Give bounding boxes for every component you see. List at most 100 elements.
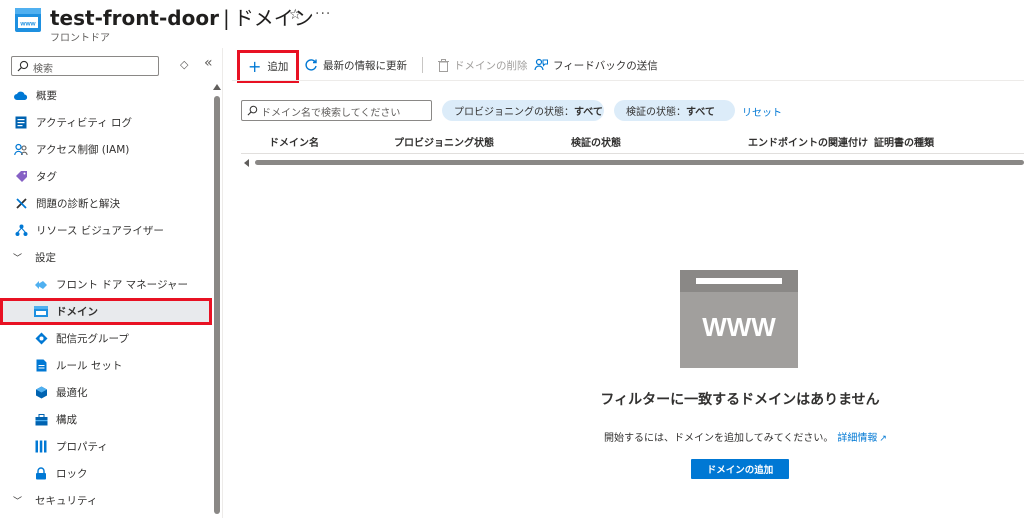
activity-log-icon	[13, 115, 29, 131]
sidebar-scroll-thumb[interactable]	[214, 96, 220, 514]
title-separator: |	[222, 6, 230, 30]
provisioning-filter-label: プロビジョニングの状態：	[454, 107, 574, 118]
sidebar-item-properties[interactable]: プロパティ	[0, 433, 212, 460]
properties-icon	[33, 439, 49, 455]
domain-search-input[interactable]: ドメイン名で検索してください	[241, 100, 432, 121]
reset-filters-link[interactable]: リセット	[742, 104, 782, 119]
provisioning-filter-value: すべて	[574, 107, 603, 118]
sidebar-search-placeholder: 検索	[33, 64, 53, 75]
refresh-button-label: 最新の情報に更新	[323, 59, 407, 72]
sidebar-item-label: 最適化	[56, 387, 88, 399]
cloud-icon	[13, 88, 29, 104]
front-door-resource-icon: www	[15, 8, 41, 32]
command-bar: + 追加 最新の情報に更新 ドメインの削除 フィードバックの送信	[232, 50, 1024, 83]
learn-more-link[interactable]: 詳細情報	[837, 433, 877, 444]
sidebar-item-label: ドメイン	[56, 306, 98, 318]
column-header-provisioning-state[interactable]: プロビジョニング状態	[394, 134, 494, 149]
sidebar-item-label: タグ	[36, 171, 57, 183]
external-link-icon: ↗	[879, 434, 887, 444]
sidebar-item-label: 構成	[56, 414, 77, 426]
search-icon	[17, 60, 29, 72]
column-header-certificate-type[interactable]: 証明書の種類	[874, 134, 934, 149]
sidebar-item-label: 問題の診断と解決	[36, 198, 120, 210]
column-header-domain-name[interactable]: ドメイン名	[269, 134, 319, 149]
sidebar-item-configuration[interactable]: 構成	[0, 406, 212, 433]
sidebar-item-label: フロント ドア マネージャー	[56, 279, 188, 291]
resource-name: test-front-door	[50, 6, 219, 30]
validation-filter-value: すべて	[686, 107, 715, 118]
table-scroll-thumb[interactable]	[255, 160, 1024, 165]
refresh-button[interactable]: 最新の情報に更新	[304, 50, 407, 80]
scroll-up-arrow-icon[interactable]	[213, 84, 221, 90]
www-illustration-icon: WWW	[680, 270, 798, 368]
sidebar-item-overview[interactable]: 概要	[0, 82, 212, 109]
sidebar-item-label: リソース ビジュアライザー	[36, 225, 164, 237]
send-feedback-label: フィードバックの送信	[553, 59, 658, 72]
origin-group-icon	[33, 331, 49, 347]
sidebar-item-label: アクセス制御 (IAM)	[36, 144, 130, 156]
svg-text:www: www	[19, 21, 36, 28]
refresh-icon	[304, 58, 318, 72]
resource-type-subtitle: フロントドア	[50, 33, 110, 44]
sidebar-item-front-door-manager[interactable]: フロント ドア マネージャー	[0, 271, 212, 298]
sidebar-item-label: 概要	[36, 90, 57, 102]
sidebar-item-activity-log[interactable]: アクティビティ ログ	[0, 109, 212, 136]
toolbar-separator	[422, 57, 423, 73]
delete-domain-label: ドメインの削除	[454, 59, 528, 72]
delete-domain-button[interactable]: ドメインの削除	[438, 50, 528, 80]
sidebar-nav: 概要 アクティビティ ログ アクセス制御 (IAM) タグ 問題の診断と解決 リ…	[0, 82, 212, 514]
sidebar-item-label: プロパティ	[56, 441, 108, 453]
collapse-sidebar-icon[interactable]: «	[204, 55, 213, 71]
sidebar-scrollbar[interactable]	[213, 84, 221, 518]
sidebar-divider	[222, 48, 223, 518]
people-icon	[13, 142, 29, 158]
trash-icon	[438, 58, 449, 72]
sidebar-section-settings[interactable]: ﹀ 設定	[0, 244, 212, 271]
lock-icon	[33, 466, 49, 482]
expand-icon[interactable]: ◇	[180, 58, 188, 71]
send-feedback-button[interactable]: フィードバックの送信	[534, 50, 658, 80]
column-header-endpoint-association[interactable]: エンドポイントの関連付け	[748, 134, 868, 149]
front-door-manager-icon	[33, 277, 49, 293]
visualizer-icon	[13, 223, 29, 239]
sidebar-item-label: ロック	[56, 468, 88, 480]
sidebar-item-origin-groups[interactable]: 配信元グループ	[0, 325, 212, 352]
page-name: ドメイン	[233, 6, 314, 30]
sidebar-item-label: アクティビティ ログ	[36, 117, 133, 129]
sidebar-item-resource-visualizer[interactable]: リソース ビジュアライザー	[0, 217, 212, 244]
table-horizontal-scrollbar[interactable]	[241, 158, 1024, 168]
tag-icon	[13, 169, 29, 185]
sidebar-section-security[interactable]: ﹀ セキュリティ	[0, 487, 212, 514]
rule-set-icon	[33, 358, 49, 374]
sidebar-item-iam[interactable]: アクセス制御 (IAM)	[0, 136, 212, 163]
add-button-label: 追加	[267, 61, 289, 73]
sidebar-item-locks[interactable]: ロック	[0, 460, 212, 487]
validation-state-filter[interactable]: 検証の状態： すべて	[614, 100, 735, 121]
chevron-down-icon: ﹀	[13, 497, 23, 507]
sidebar-item-label: セキュリティ	[35, 495, 98, 507]
sidebar-item-label: 設定	[35, 252, 56, 264]
sidebar-search-input[interactable]: 検索	[11, 56, 159, 76]
scroll-left-arrow-icon[interactable]	[244, 159, 249, 167]
toolbar-divider	[232, 80, 1024, 81]
sidebar-item-diagnose[interactable]: 問題の診断と解決	[0, 190, 212, 217]
add-button[interactable]: + 追加	[237, 50, 299, 83]
provisioning-state-filter[interactable]: プロビジョニングの状態： すべて	[442, 100, 604, 121]
sidebar-item-rule-sets[interactable]: ルール セット	[0, 352, 212, 379]
search-icon	[247, 105, 258, 116]
domain-icon	[33, 304, 49, 320]
plus-icon: +	[248, 57, 262, 76]
sidebar-item-domains[interactable]: ドメイン	[0, 298, 212, 325]
page-header: www test-front-door | ドメイン ☆ ··· フロントドア	[0, 0, 1024, 46]
empty-state-title: フィルターに一致するドメインはありません	[600, 392, 880, 408]
sidebar-item-label: 配信元グループ	[56, 333, 129, 345]
column-header-validation-state[interactable]: 検証の状態	[571, 134, 621, 149]
page-title: test-front-door | ドメイン	[50, 2, 314, 31]
star-icon[interactable]: ☆	[289, 7, 302, 23]
validation-filter-label: 検証の状態：	[626, 107, 686, 118]
sidebar-item-optimization[interactable]: 最適化	[0, 379, 212, 406]
sidebar-item-label: ルール セット	[56, 360, 123, 372]
add-domain-button[interactable]: ドメインの追加	[691, 459, 789, 479]
ellipsis-icon[interactable]: ···	[315, 6, 331, 22]
sidebar-item-tags[interactable]: タグ	[0, 163, 212, 190]
